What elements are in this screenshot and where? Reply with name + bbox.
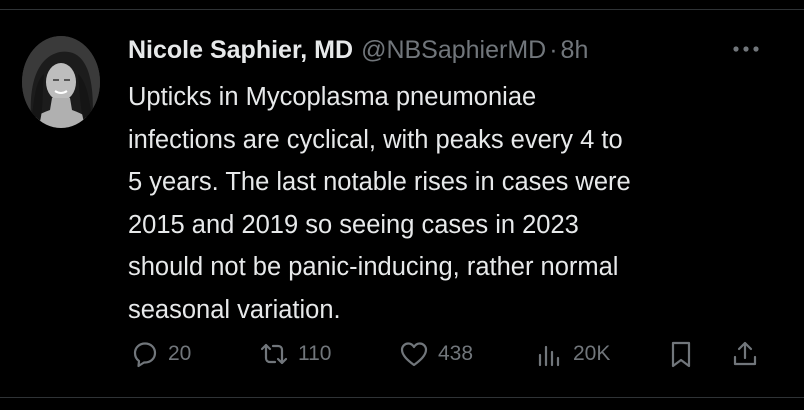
tweet-text: Upticks in Mycoplasma pneumoniae infecti…	[128, 83, 631, 324]
bottom-divider	[0, 397, 804, 398]
share-icon	[730, 339, 760, 369]
bookmark-icon	[666, 339, 696, 369]
views-icon	[535, 339, 565, 369]
share-button[interactable]	[730, 336, 760, 372]
retweet-icon	[258, 339, 290, 369]
bookmark-button[interactable]	[666, 336, 696, 372]
avatar[interactable]	[22, 36, 100, 128]
views-count: 20K	[573, 342, 611, 365]
top-divider	[0, 9, 804, 10]
retweet-button[interactable]: 110	[258, 336, 331, 372]
views-button[interactable]: 20K	[535, 336, 610, 372]
like-button[interactable]: 438	[398, 336, 473, 372]
retweet-count: 110	[298, 342, 332, 365]
tweet-actions-bar: 20 110 438 20K	[0, 336, 804, 372]
tweet-header: Nicole Saphier, MD @NBSaphierMD · 8h	[128, 30, 588, 70]
reply-button[interactable]: 20	[130, 336, 191, 372]
reply-icon	[130, 339, 160, 369]
more-horizontal-icon[interactable]	[730, 36, 762, 62]
header-separator: ·	[549, 35, 558, 64]
author-name[interactable]: Nicole Saphier, MD	[128, 36, 353, 65]
heart-icon	[398, 339, 430, 369]
reply-count: 20	[168, 342, 192, 365]
tweet-timestamp[interactable]: 8h	[561, 36, 589, 65]
like-count: 438	[438, 342, 474, 365]
author-handle[interactable]: @NBSaphierMD	[361, 36, 546, 65]
